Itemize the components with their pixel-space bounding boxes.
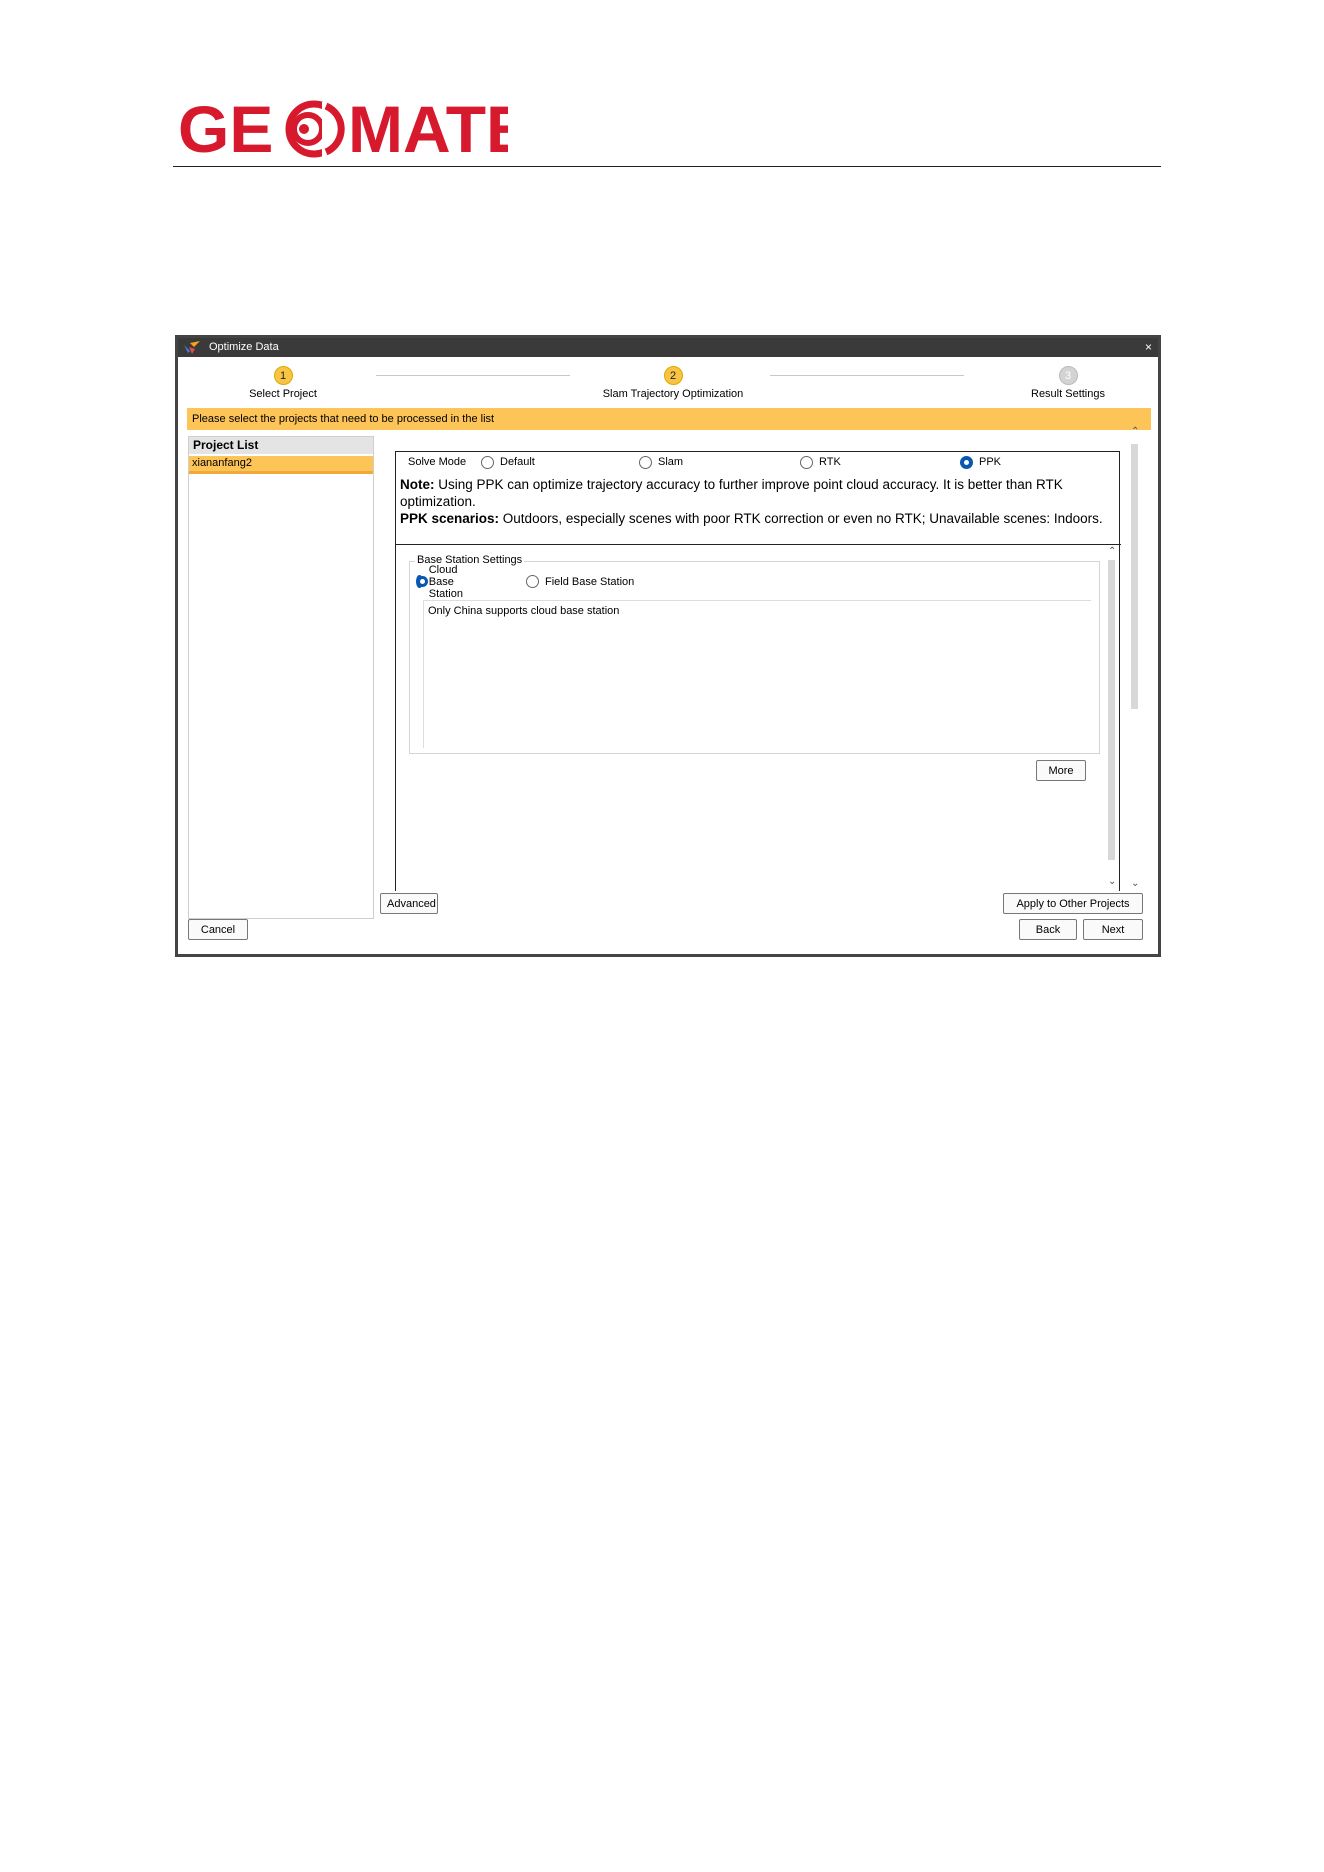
- scroll-down-icon[interactable]: ⌄: [1131, 878, 1139, 889]
- radio-button[interactable]: [481, 456, 494, 469]
- solve-mode-ppk[interactable]: PPK: [960, 452, 1001, 473]
- note-text: Using PPK can optimize trajectory accura…: [400, 477, 1063, 509]
- dialog-title: Optimize Data: [209, 341, 279, 353]
- info-text: Only China supports cloud base station: [428, 605, 620, 617]
- step-slam-optimization: 2 Slam Trajectory Optimization: [588, 366, 758, 400]
- step-select-project: 1 Select Project: [228, 366, 338, 400]
- cancel-button[interactable]: Cancel: [188, 919, 248, 940]
- radio-button[interactable]: [800, 456, 813, 469]
- solve-mode-label: Solve Mode: [408, 456, 467, 468]
- close-icon[interactable]: ×: [1145, 338, 1152, 357]
- next-button[interactable]: Next: [1083, 919, 1143, 940]
- app-icon: [184, 341, 200, 354]
- step-connector: [376, 375, 570, 376]
- step-number: 2: [663, 366, 683, 385]
- project-list-header: Project List: [189, 437, 373, 454]
- apply-to-other-projects-button[interactable]: Apply to Other Projects: [1003, 893, 1143, 914]
- radio-button[interactable]: [639, 456, 652, 469]
- step-connector: [770, 375, 964, 376]
- solve-mode-row: Solve Mode Default Slam RTK PPK: [396, 452, 1119, 473]
- header-rule: [173, 166, 1161, 167]
- note-label: Note:: [400, 477, 435, 492]
- scroll-up-icon[interactable]: ⌃: [1131, 426, 1139, 437]
- scenarios-label: PPK scenarios:: [400, 511, 500, 526]
- settings-panel: Solve Mode Default Slam RTK PPK Note: Us…: [395, 451, 1121, 892]
- svg-text:GE: GE: [178, 98, 273, 160]
- step-result-settings: 3 Result Settings: [1008, 366, 1128, 400]
- scenarios-text: Outdoors, especially scenes with poor RT…: [499, 511, 1103, 526]
- radio-button-selected[interactable]: [416, 575, 425, 588]
- scenarios-line: PPK scenarios: Outdoors, especially scen…: [400, 510, 1105, 527]
- cloud-base-station-option[interactable]: Cloud Base Station: [416, 564, 469, 600]
- radio-button-selected[interactable]: [960, 456, 973, 469]
- svg-text:MATE: MATE: [348, 98, 508, 160]
- solve-mode-default[interactable]: Default: [481, 452, 535, 473]
- step-number: 1: [273, 366, 293, 385]
- solve-mode-slam[interactable]: Slam: [639, 452, 683, 473]
- divider: [396, 544, 1121, 545]
- step-label: Result Settings: [1031, 388, 1105, 400]
- ppk-notes: Note: Using PPK can optimize trajectory …: [400, 476, 1105, 527]
- title-bar: Optimize Data ×: [178, 338, 1158, 357]
- note-line: Note: Using PPK can optimize trajectory …: [400, 476, 1105, 510]
- instruction-banner: Please select the projects that need to …: [187, 408, 1151, 430]
- radio-label: Slam: [658, 456, 684, 468]
- geomate-logo: GE MATE: [178, 92, 530, 166]
- base-station-info: Only China supports cloud base station: [423, 600, 1091, 748]
- optimize-data-dialog: Optimize Data × 1 Select Project 2 Slam …: [175, 335, 1161, 957]
- radio-label: Default: [500, 456, 535, 468]
- advanced-button[interactable]: Advanced: [380, 893, 438, 914]
- step-label: Select Project: [249, 388, 317, 400]
- list-item[interactable]: xiananfang2: [189, 456, 373, 474]
- solve-mode-rtk[interactable]: RTK: [800, 452, 841, 473]
- radio-button[interactable]: [526, 575, 539, 588]
- radio-label: Field Base Station: [545, 575, 635, 588]
- geomate-logo-graphic: GE MATE: [178, 92, 530, 166]
- back-button[interactable]: Back: [1019, 919, 1077, 940]
- field-base-station-option[interactable]: Field Base Station: [526, 571, 634, 592]
- radio-label: Cloud Base Station: [428, 563, 463, 600]
- outer-scrollbar[interactable]: ⌃ ⌄: [1128, 426, 1142, 901]
- project-list: Project List xiananfang2: [188, 436, 374, 919]
- scroll-up-icon[interactable]: ⌃: [1108, 546, 1116, 557]
- step-number: 3: [1058, 366, 1078, 385]
- scrollbar-thumb[interactable]: [1108, 560, 1115, 860]
- scroll-down-icon[interactable]: ⌄: [1108, 876, 1116, 887]
- more-button[interactable]: More: [1036, 760, 1086, 781]
- step-label: Slam Trajectory Optimization: [602, 388, 744, 400]
- inner-scrollbar[interactable]: ⌃ ⌄: [1105, 546, 1119, 892]
- scrollbar-thumb[interactable]: [1131, 444, 1138, 709]
- radio-label: PPK: [979, 456, 1002, 468]
- radio-label: RTK: [819, 456, 841, 468]
